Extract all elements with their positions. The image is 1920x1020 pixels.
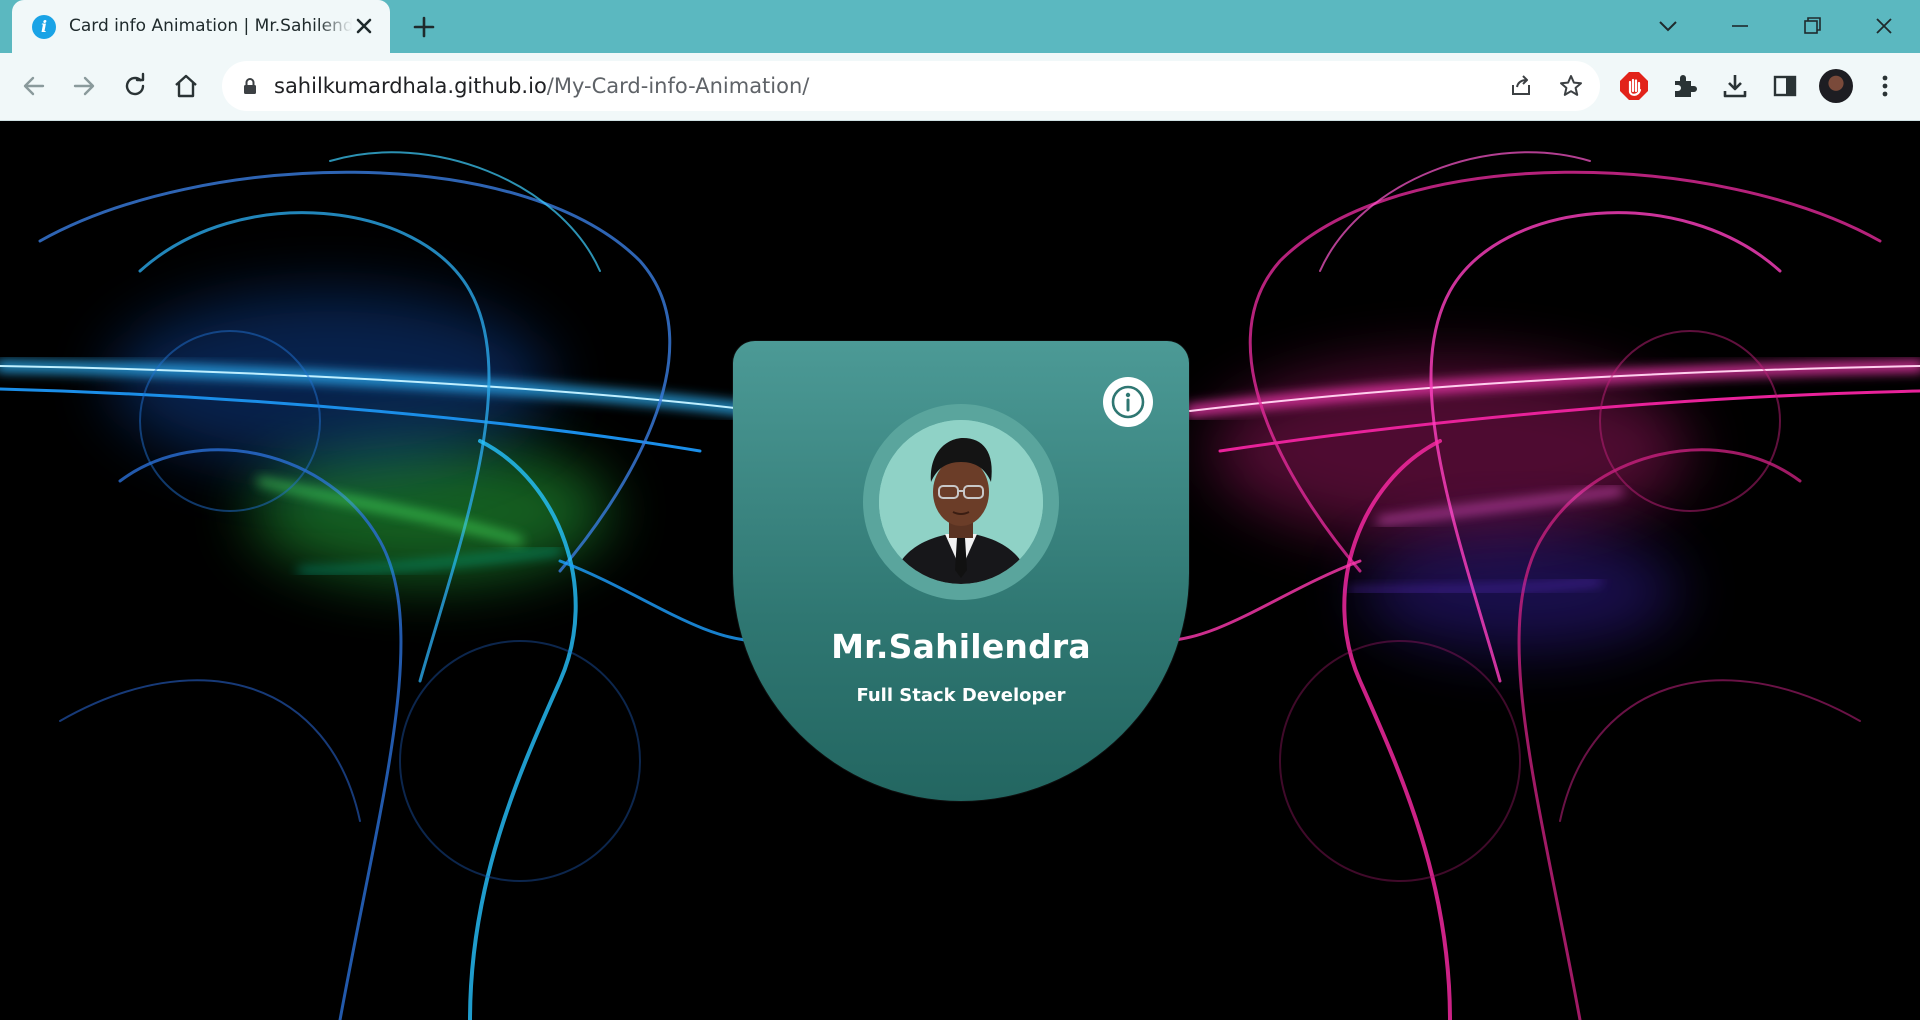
profile-avatar[interactable] xyxy=(1819,69,1853,103)
reload-icon[interactable] xyxy=(117,68,153,104)
close-window-icon[interactable] xyxy=(1866,10,1902,42)
tab-search-chevron-icon[interactable] xyxy=(1650,10,1686,42)
restore-icon[interactable] xyxy=(1794,10,1830,42)
back-arrow-icon[interactable] xyxy=(16,68,52,104)
chrome-menu-kebab-icon[interactable] xyxy=(1869,70,1901,102)
profile-role: Full Stack Developer xyxy=(856,685,1066,706)
tab-close-icon[interactable] xyxy=(352,14,376,38)
info-icon[interactable] xyxy=(1103,377,1153,427)
tab-title: Card info Animation | Mr.Sahilendra xyxy=(69,16,352,36)
download-icon[interactable] xyxy=(1719,70,1751,102)
url-domain: sahilkumardhala.github.io xyxy=(274,74,547,98)
tab-strip: i Card info Animation | Mr.Sahilendra xyxy=(0,0,1920,53)
browser-toolbar: sahilkumardhala.github.io/My-Card-info-A… xyxy=(0,53,1920,121)
forward-arrow-icon[interactable] xyxy=(66,68,102,104)
share-icon[interactable] xyxy=(1508,73,1534,99)
url-path: /My-Card-info-Animation/ xyxy=(546,74,810,98)
address-bar[interactable]: sahilkumardhala.github.io/My-Card-info-A… xyxy=(222,61,1600,111)
profile-avatar-ring xyxy=(863,404,1059,600)
home-icon[interactable] xyxy=(168,68,204,104)
lock-icon[interactable] xyxy=(242,77,258,95)
page-viewport: Mr.Sahilendra Full Stack Developer xyxy=(0,121,1920,1020)
profile-name: Mr.Sahilendra xyxy=(831,627,1091,666)
adblock-hand-icon[interactable] xyxy=(1618,70,1650,102)
browser-tab[interactable]: i Card info Animation | Mr.Sahilendra xyxy=(12,0,390,53)
profile-card[interactable]: Mr.Sahilendra Full Stack Developer xyxy=(733,341,1189,801)
url-text[interactable]: sahilkumardhala.github.io/My-Card-info-A… xyxy=(274,74,809,98)
tab-favicon-info-icon: i xyxy=(32,15,56,39)
puzzle-extensions-icon[interactable] xyxy=(1669,70,1701,102)
bookmark-star-icon[interactable] xyxy=(1558,73,1584,99)
side-panel-icon[interactable] xyxy=(1769,70,1801,102)
minimize-icon[interactable] xyxy=(1722,10,1758,42)
new-tab-plus-icon[interactable] xyxy=(410,13,438,41)
profile-photo xyxy=(879,420,1043,584)
